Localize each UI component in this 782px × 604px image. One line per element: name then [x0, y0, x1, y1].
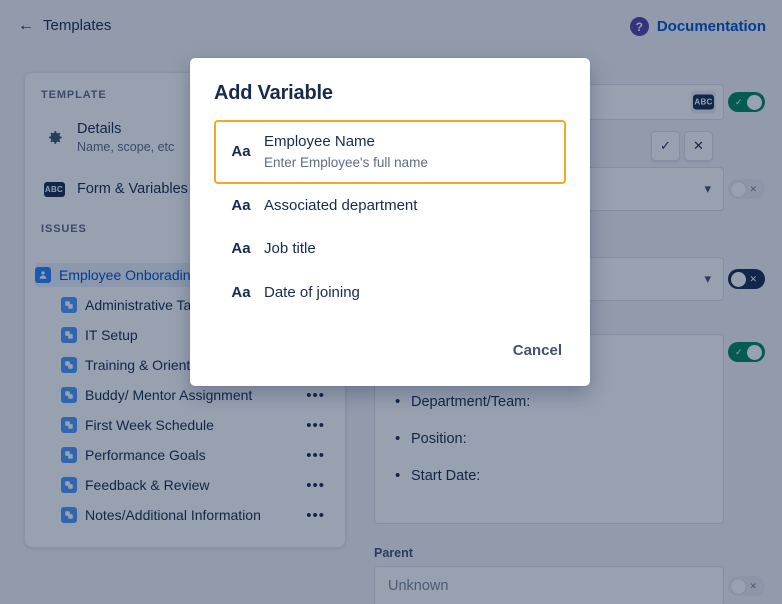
- variable-option-date-of-joining[interactable]: Aa Date of joining: [214, 271, 566, 315]
- dialog-title: Add Variable: [214, 82, 566, 105]
- cancel-button[interactable]: Cancel: [509, 337, 566, 364]
- variable-option-name: Employee Name: [264, 132, 428, 152]
- text-variable-icon: Aa: [228, 197, 254, 214]
- variable-option-description: Enter Employee's full name: [264, 154, 428, 172]
- variable-option-job-title[interactable]: Aa Job title: [214, 227, 566, 271]
- variable-option-associated-department[interactable]: Aa Associated department: [214, 184, 566, 228]
- variable-option-name: Job title: [264, 239, 316, 259]
- app-root: ← Templates ? Documentation TEMPLATE De: [0, 0, 782, 604]
- text-variable-icon: Aa: [228, 143, 254, 160]
- add-variable-dialog: Add Variable Aa Employee Name Enter Empl…: [190, 58, 590, 386]
- variable-option-text: Employee Name Enter Employee's full name: [264, 132, 428, 172]
- variable-option-name: Date of joining: [264, 283, 360, 303]
- dialog-footer: Cancel: [509, 337, 566, 364]
- text-variable-icon: Aa: [228, 284, 254, 301]
- text-variable-icon: Aa: [228, 240, 254, 257]
- variable-option-name: Associated department: [264, 196, 417, 216]
- variable-option-employee-name[interactable]: Aa Employee Name Enter Employee's full n…: [214, 120, 566, 184]
